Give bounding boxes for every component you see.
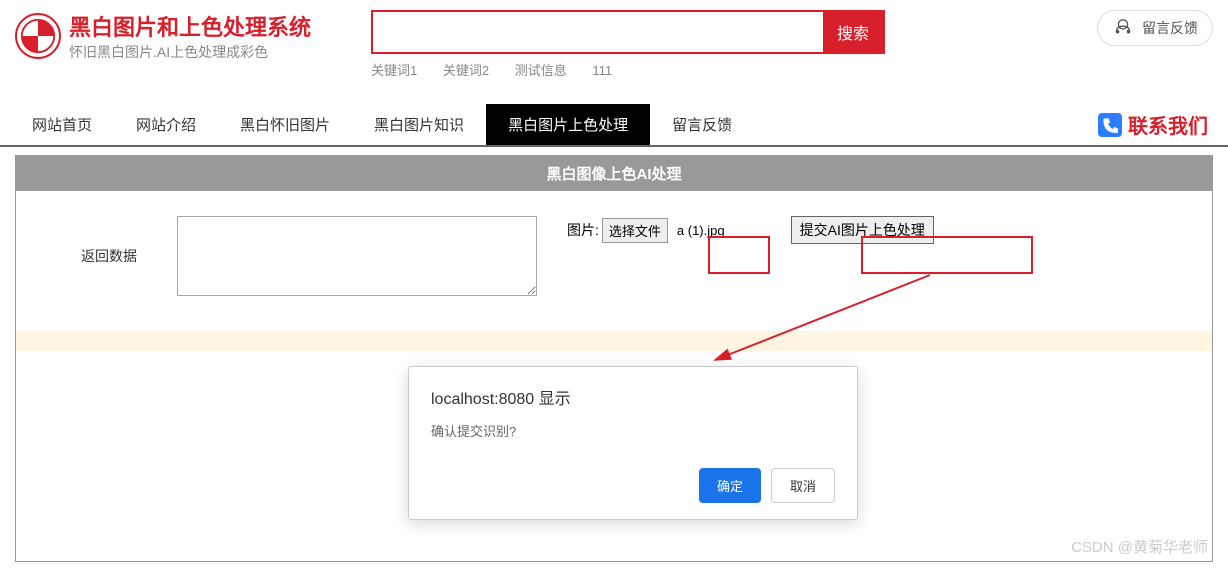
form-area: 返回数据 图片: 选择文件 a (1).jpg 提交AI图片上色处理 [16, 191, 1212, 321]
site-subtitle: 怀旧黑白图片.AI上色处理成彩色 [69, 42, 311, 62]
dialog-message: 确认提交识别? [431, 421, 835, 440]
nav-feedback[interactable]: 留言反馈 [650, 104, 754, 145]
upload-cell: 图片: 选择文件 a (1).jpg 提交AI图片上色处理 [567, 216, 934, 244]
nav-about[interactable]: 网站介绍 [114, 104, 218, 145]
section-title: 黑白图像上色AI处理 [16, 156, 1212, 191]
logo-wrap: 黑白图片和上色处理系统 怀旧黑白图片.AI上色处理成彩色 [15, 10, 311, 62]
confirm-dialog: localhost:8080 显示 确认提交识别? 确定 取消 [408, 366, 858, 520]
contact-us[interactable]: 联系我们 [1098, 110, 1218, 139]
nav-colorize[interactable]: 黑白图片上色处理 [486, 104, 650, 145]
return-data-cell: 返回数据 [31, 216, 537, 296]
keyword-link[interactable]: 111 [592, 63, 612, 78]
search-area: 搜索 关键词1 关键词2 测试信息 111 [371, 10, 885, 79]
feedback-label: 留言反馈 [1142, 18, 1198, 38]
nav-bar: 网站首页 网站介绍 黑白怀旧图片 黑白图片知识 黑白图片上色处理 留言反馈 联系… [0, 104, 1228, 147]
keyword-link[interactable]: 关键词1 [371, 63, 417, 78]
search-input[interactable] [373, 12, 823, 52]
choose-file-button[interactable]: 选择文件 [602, 218, 668, 243]
ok-button[interactable]: 确定 [699, 468, 761, 503]
nav-home[interactable]: 网站首页 [10, 104, 114, 145]
file-row: 图片: 选择文件 a (1).jpg [567, 218, 731, 243]
headset-icon [1112, 17, 1134, 39]
site-title: 黑白图片和上色处理系统 [69, 10, 311, 42]
keyword-row: 关键词1 关键词2 测试信息 111 [371, 60, 885, 79]
file-label: 图片: [567, 220, 599, 240]
return-label: 返回数据 [81, 246, 137, 266]
contact-label: 联系我们 [1128, 110, 1208, 139]
keyword-link[interactable]: 关键词2 [443, 63, 489, 78]
search-box: 搜索 [371, 10, 885, 54]
logo-icon [15, 13, 61, 59]
dialog-title: localhost:8080 显示 [431, 385, 835, 409]
return-textarea[interactable] [177, 216, 537, 296]
header: 黑白图片和上色处理系统 怀旧黑白图片.AI上色处理成彩色 搜索 关键词1 关键词… [0, 0, 1228, 84]
phone-icon [1098, 113, 1122, 137]
nav-bw-photos[interactable]: 黑白怀旧图片 [218, 104, 352, 145]
dialog-buttons: 确定 取消 [431, 468, 835, 503]
file-name: a (1).jpg [671, 221, 731, 240]
title-block: 黑白图片和上色处理系统 怀旧黑白图片.AI上色处理成彩色 [69, 10, 311, 62]
divider-band [16, 331, 1212, 351]
watermark: CSDN @黄菊华老师 [1071, 536, 1208, 557]
submit-ai-button[interactable]: 提交AI图片上色处理 [791, 216, 934, 244]
feedback-button[interactable]: 留言反馈 [1097, 10, 1213, 46]
cancel-button[interactable]: 取消 [771, 468, 835, 503]
nav-knowledge[interactable]: 黑白图片知识 [352, 104, 486, 145]
search-button[interactable]: 搜索 [823, 12, 883, 52]
keyword-link[interactable]: 测试信息 [515, 63, 567, 78]
